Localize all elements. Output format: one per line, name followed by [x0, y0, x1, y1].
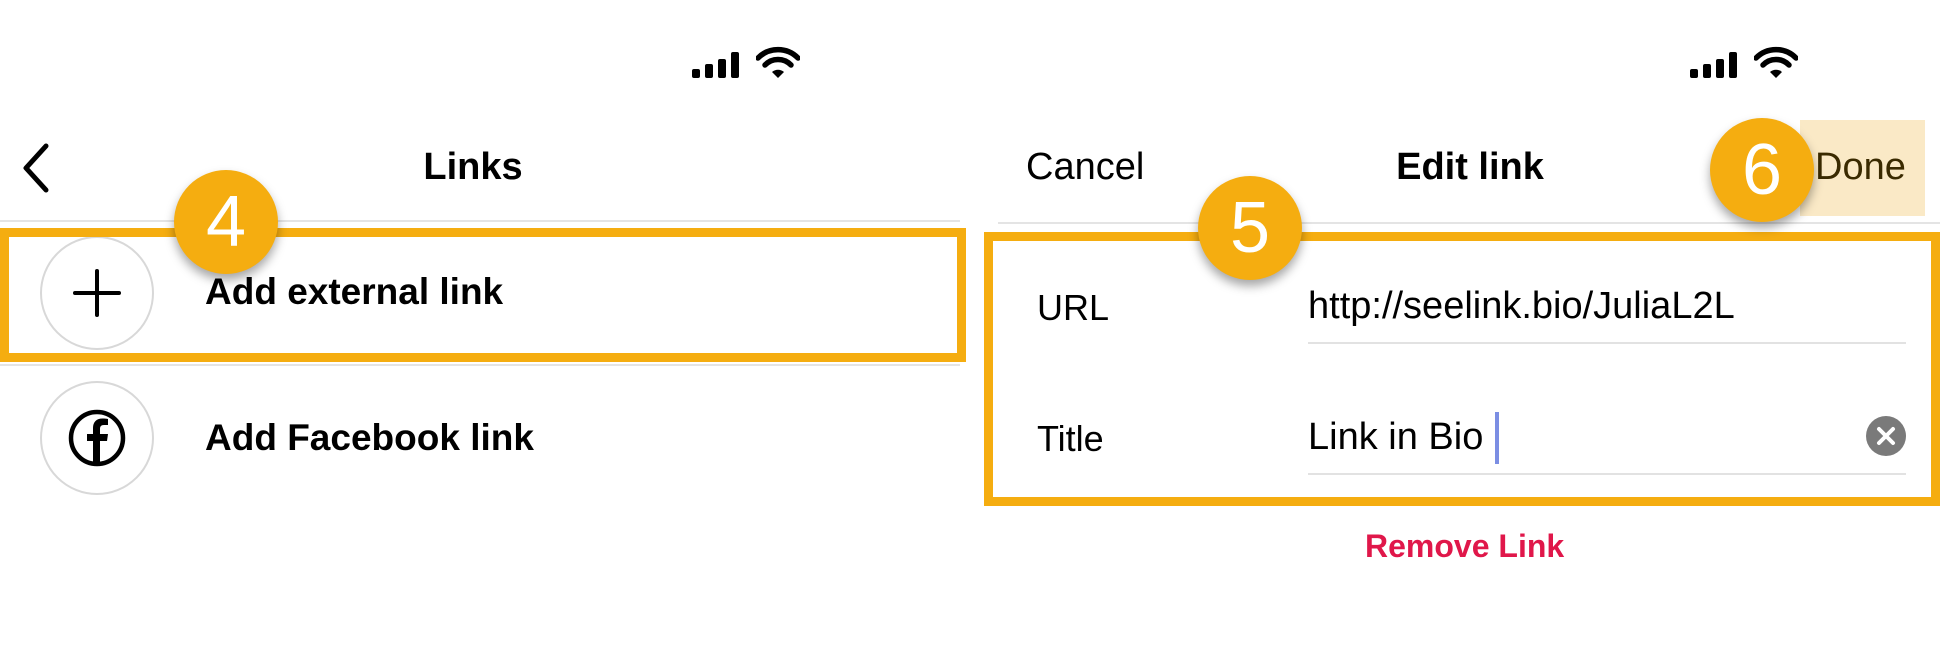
chevron-left-icon[interactable]: [18, 140, 54, 196]
highlight-add-external-link: [0, 228, 966, 362]
facebook-icon-circle: [40, 381, 154, 495]
header-divider: [0, 220, 960, 222]
cellular-signal-icon: [692, 52, 739, 78]
step-badge-4: 4: [174, 170, 278, 274]
header-divider: [998, 222, 1940, 224]
page-title: Links: [423, 146, 523, 188]
wifi-icon: [1754, 46, 1798, 78]
list-item-label: Add Facebook link: [205, 417, 534, 458]
cellular-signal-icon: [1690, 52, 1737, 78]
remove-link-button[interactable]: Remove Link: [1365, 528, 1564, 565]
highlight-edit-form: [984, 232, 1940, 506]
list-divider: [0, 364, 960, 366]
wifi-icon: [756, 46, 800, 78]
step-badge-6: 6: [1710, 118, 1814, 222]
edit-link-title: Edit link: [1396, 146, 1544, 188]
done-button[interactable]: Done: [1815, 146, 1906, 189]
cancel-button[interactable]: Cancel: [1026, 146, 1144, 189]
facebook-icon: [68, 409, 126, 467]
step-badge-5: 5: [1198, 176, 1302, 280]
